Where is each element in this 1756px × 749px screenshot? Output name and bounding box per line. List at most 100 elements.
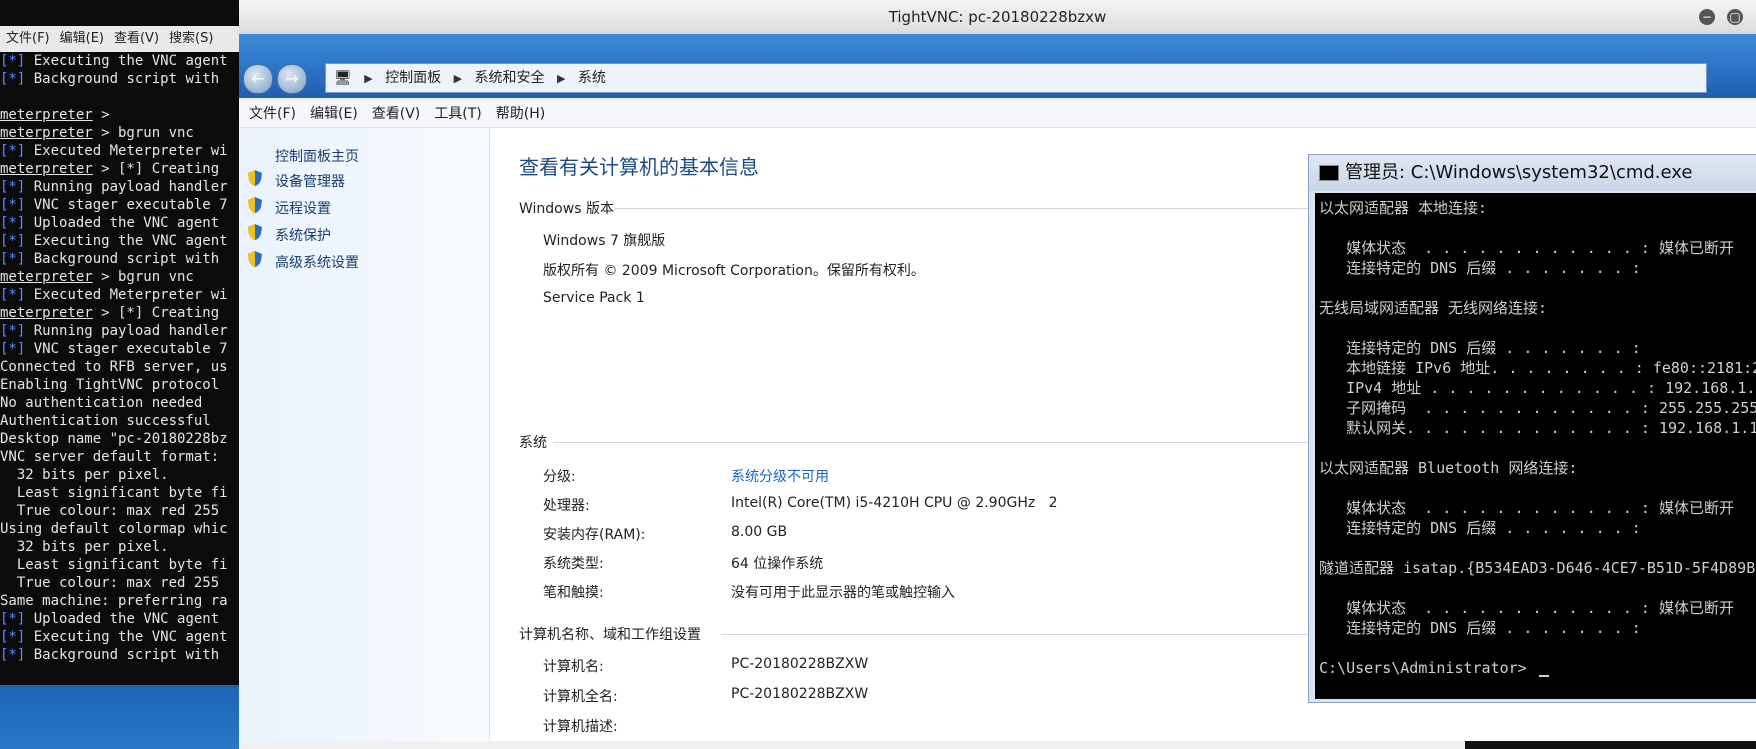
forward-arrow-icon[interactable]: → (277, 64, 307, 94)
full-name-label: 计算机全名: (543, 689, 618, 705)
terminal-line: [*] VNC stager executable 7 (0, 341, 228, 357)
maximize-icon[interactable]: ▢ (1727, 9, 1743, 25)
chevron-right-icon[interactable]: ▶ (454, 72, 462, 85)
computer-name-value: PC-20180228BZXW (731, 656, 869, 672)
cmd-line: 无线局域网适配器 无线网络连接: (1319, 299, 1548, 317)
text-cursor (1539, 675, 1549, 677)
breadcrumb-security[interactable]: 系统和安全 (475, 70, 545, 86)
terminal-line: True colour: max red 255 (0, 503, 220, 519)
desktop-background (0, 685, 239, 749)
pen-value: 没有可用于此显示器的笔或触控输入 (731, 585, 955, 601)
terminal-line: [*] Executing the VNC agent (0, 53, 228, 69)
address-bar[interactable]: 🖥 ▶ 控制面板 ▶ 系统和安全 ▶ 系统 (325, 63, 1707, 93)
terminal-line: [*] Background script with (0, 251, 220, 267)
minimize-icon[interactable]: − (1699, 9, 1715, 25)
cmd-output[interactable]: 以太网适配器 本地连接: 媒体状态 . . . . . . . . . . . … (1315, 193, 1756, 699)
edition-value: Windows 7 旗舰版 (543, 233, 666, 249)
terminal-line: Using default colormap whic (0, 521, 228, 537)
menu-tools[interactable]: 工具(T) (434, 106, 481, 122)
menu-help[interactable]: 帮助(H) (496, 106, 545, 122)
terminal-line: meterpreter > [*] Creating (0, 161, 220, 177)
terminal-line: Least significant byte fi (0, 557, 228, 573)
terminal-line: [*] Uploaded the VNC agent (0, 611, 220, 627)
terminal-line: No authentication needed (0, 395, 203, 411)
terminal-line: [*] Uploaded the VNC agent (0, 215, 220, 231)
terminal-menu-view[interactable]: 查看(V) (114, 31, 159, 46)
cmd-line: 连接特定的 DNS 后缀 . . . . . . . : (1319, 519, 1641, 537)
vnc-title: TightVNC: pc-20180228bzxw (888, 8, 1107, 26)
cpu-label: 处理器: (543, 498, 590, 514)
terminal-output: [*] Executing the VNC agent [*] Backgroun… (0, 52, 239, 664)
menu-file[interactable]: 文件(F) (249, 106, 296, 122)
computer-icon: 🖥 (334, 70, 352, 86)
vnc-titlebar[interactable]: TightVNC: pc-20180228bzxw − ▢ (239, 0, 1756, 35)
cmd-titlebar[interactable]: 管理员: C:\Windows\system32\cmd.exe (1309, 155, 1756, 191)
sidebar-advanced-settings[interactable]: 高级系统设置 (275, 252, 359, 272)
computer-name-label: 计算机名: (543, 659, 604, 675)
section-name-header: 计算机名称、域和工作组设置 (519, 627, 701, 643)
cmd-line: 以太网适配器 Bluetooth 网络连接: (1319, 459, 1578, 477)
shield-icon (247, 223, 263, 241)
terminal-line: [*] Executed Meterpreter wi (0, 143, 228, 159)
pen-label: 笔和触摸: (543, 585, 604, 601)
section-edition-header: Windows 版本 (519, 201, 614, 217)
terminal-line: Least significant byte fi (0, 485, 228, 501)
sidebar-remote-settings[interactable]: 远程设置 (275, 198, 331, 218)
rating-label: 分级: (543, 469, 576, 485)
full-name-value: PC-20180228BZXW (731, 686, 869, 702)
cmd-line: 以太网适配器 本地连接: (1319, 199, 1488, 217)
cmd-title: 管理员: C:\Windows\system32\cmd.exe (1345, 162, 1693, 183)
copyright-text: 版权所有 © 2009 Microsoft Corporation。保留所有权利… (543, 263, 925, 279)
terminal-menu-edit[interactable]: 编辑(E) (60, 31, 104, 46)
terminal-line: meterpreter > bgrun vnc (0, 269, 194, 285)
terminal-menubar: 文件(F) 编辑(E) 查看(V) 搜索(S) (0, 26, 239, 52)
terminal-line: [*] Background script with (0, 647, 220, 663)
breadcrumb-control-panel[interactable]: 控制面板 (385, 70, 441, 86)
sidebar-device-manager[interactable]: 设备管理器 (275, 171, 345, 191)
terminal-menu-file[interactable]: 文件(F) (6, 31, 50, 46)
terminal-line: Enabling TightVNC protocol (0, 377, 220, 393)
terminal-line: 32 bits per pixel. (0, 539, 169, 555)
service-pack: Service Pack 1 (543, 290, 645, 306)
chevron-right-icon[interactable]: ▶ (364, 72, 372, 85)
task-sidebar: 控制面板主页 设备管理器 远程设置 系统保护 高级系统设置 (239, 128, 490, 749)
cmd-line: 连接特定的 DNS 后缀 . . . . . . . : (1319, 339, 1641, 357)
vnc-viewer-window[interactable]: TightVNC: pc-20180228bzxw − ▢ ← → 🖥 ▶ 控制… (239, 0, 1756, 749)
cmd-line: 媒体状态 . . . . . . . . . . . . : 媒体已断开 (1319, 239, 1734, 257)
cmd-line: 本地链接 IPv6 地址. . . . . . . . : fe80::2181… (1346, 359, 1756, 377)
terminal-menu-search[interactable]: 搜索(S) (169, 31, 213, 46)
chevron-right-icon[interactable]: ▶ (557, 72, 565, 85)
terminal-line: meterpreter > bgrun vnc (0, 125, 194, 141)
divider (553, 442, 1315, 443)
cmd-line: 媒体状态 . . . . . . . . . . . . : 媒体已断开 (1319, 499, 1734, 517)
explorer-menubar: 文件(F) 编辑(E) 查看(V) 工具(T) 帮助(H) (239, 101, 1756, 128)
cmd-line: 媒体状态 . . . . . . . . . . . . : 媒体已断开 (1319, 599, 1734, 617)
terminal-line: [*] Executing the VNC agent (0, 629, 228, 645)
cmd-window[interactable]: 管理员: C:\Windows\system32\cmd.exe 以太网适配器 … (1308, 154, 1756, 703)
terminal-line: True colour: max red 255 (0, 575, 220, 591)
cmd-line: 隧道适配器 isatap.{B534EAD3-D646-4CE7-B51D-5F… (1319, 559, 1756, 577)
terminal-line: Same machine: preferring ra (0, 593, 228, 609)
menu-view[interactable]: 查看(V) (372, 106, 421, 122)
terminal-line: meterpreter > (0, 107, 110, 123)
terminal-line: Desktop name "pc-20180228bz (0, 431, 228, 447)
sidebar-control-panel-home[interactable]: 控制面板主页 (275, 146, 359, 166)
terminal-line: [*] Executed Meterpreter wi (0, 287, 228, 303)
breadcrumb-system[interactable]: 系统 (578, 70, 606, 86)
terminal-line: [*] Executing the VNC agent (0, 233, 228, 249)
sidebar-system-protection[interactable]: 系统保护 (275, 225, 331, 245)
terminal-line: 32 bits per pixel. (0, 467, 169, 483)
taskbar-strip-fill (239, 741, 1465, 749)
menu-edit[interactable]: 编辑(E) (310, 106, 358, 122)
rating-link[interactable]: 系统分级不可用 (731, 466, 829, 486)
terminal-line: [*] Running payload handler (0, 179, 228, 195)
cmd-line: 连接特定的 DNS 后缀 . . . . . . . : (1319, 619, 1641, 637)
cmd-line: 默认网关. . . . . . . . . . . . . : 192.168.… (1319, 419, 1756, 437)
terminal-line: Authentication successful (0, 413, 211, 429)
section-system-header: 系统 (519, 435, 547, 451)
shield-icon (247, 169, 263, 187)
back-arrow-icon[interactable]: ← (243, 64, 273, 94)
terminal-line: [*] VNC stager executable 7 (0, 197, 228, 213)
cmd-line: 连接特定的 DNS 后缀 . . . . . . . : (1319, 259, 1641, 277)
